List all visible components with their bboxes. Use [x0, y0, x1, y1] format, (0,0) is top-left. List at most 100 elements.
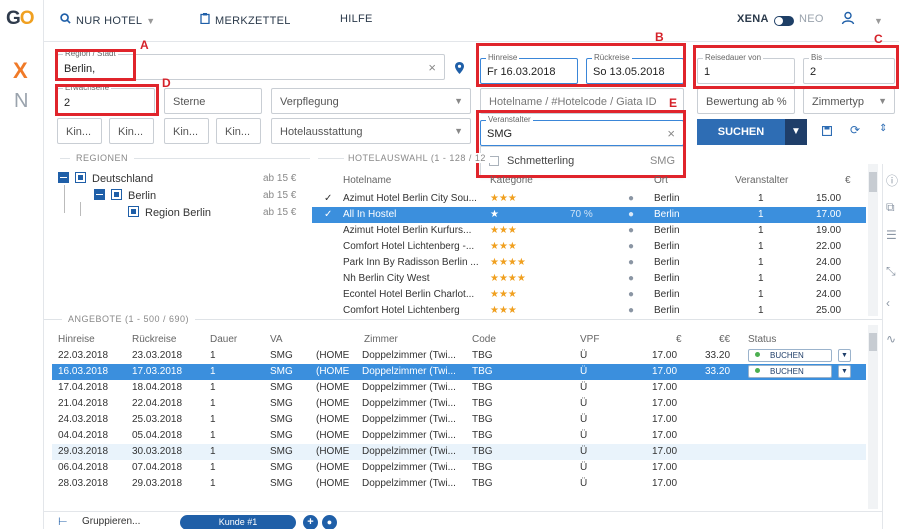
offer-row[interactable]: 06.04.2018 07.04.2018 1 SMG (HOME Doppel… — [52, 460, 866, 476]
hotel-row[interactable]: Econtel Hotel Berlin Charlot... ★★★ ● Be… — [312, 287, 866, 303]
partial-checkbox[interactable] — [128, 206, 139, 217]
tree-price-deutschland: ab 15 € — [263, 173, 297, 184]
chevron-down-icon: ▼ — [454, 126, 463, 136]
col-rueckreise[interactable]: Rückreise — [132, 334, 176, 345]
col-vpf[interactable]: VPF — [580, 334, 599, 345]
save-icon[interactable] — [821, 125, 833, 139]
col-eur2[interactable]: €€ — [719, 334, 730, 345]
collapse-left-icon[interactable]: ‹ — [886, 296, 890, 310]
col-dauer[interactable]: Dauer — [210, 334, 237, 345]
partial-checkbox[interactable] — [75, 172, 86, 183]
col-hotelname[interactable]: Hotelname — [343, 175, 391, 186]
offer-row[interactable]: 22.03.2018 23.03.2018 1 SMG (HOME Doppel… — [52, 348, 866, 364]
refresh-icon[interactable]: ⟳ — [850, 123, 860, 137]
hotel-row[interactable]: Azimut Hotel Berlin Kurfurs... ★★★ ● Ber… — [312, 223, 866, 239]
regionen-title: REGIONEN — [70, 153, 135, 163]
kind-age-1[interactable]: Kin... — [57, 118, 102, 144]
col-status[interactable]: Status — [748, 334, 776, 345]
group-icon[interactable]: ⊢ — [58, 515, 68, 528]
tree-line — [80, 202, 81, 216]
clear-region-icon[interactable]: × — [428, 60, 436, 75]
collapse-icon[interactable] — [94, 189, 105, 200]
offers-scroll-thumb[interactable] — [869, 333, 877, 351]
xena-label: XENA — [737, 13, 769, 25]
sterne-placeholder: Sterne — [173, 96, 206, 108]
hotels-scroll-thumb[interactable] — [869, 172, 877, 192]
hotels-scrollbar[interactable] — [868, 164, 878, 316]
kunde-tab[interactable]: Kunde #1 — [180, 515, 296, 529]
user-icon[interactable] — [841, 11, 855, 28]
bewertung-field[interactable]: Bewertung ab % — [697, 88, 795, 114]
hotelausstattung-placeholder: Hotelausstattung — [280, 126, 363, 138]
search-button[interactable]: SUCHEN — [697, 119, 785, 145]
kind-age-2[interactable]: Kin... — [109, 118, 154, 144]
tree-price-region-berlin: ab 15 € — [263, 207, 297, 218]
neo-rail-icon[interactable]: N — [14, 90, 28, 113]
status-dropdown[interactable]: ▼ — [838, 365, 851, 378]
hilfe-link[interactable]: HILFE — [340, 13, 373, 25]
right-tool-rail: ⓘ ⧉ ☰ ⤡ ‹ ∿ — [882, 164, 899, 529]
resize-icon[interactable]: ⤡ — [886, 264, 896, 279]
zimmertyp-placeholder: Zimmertyp — [812, 96, 864, 108]
offer-row[interactable]: 28.03.2018 29.03.2018 1 SMG (HOME Doppel… — [52, 476, 866, 492]
verpflegung-placeholder: Verpflegung — [280, 96, 339, 108]
hotel-row[interactable]: Comfort Hotel Lichtenberg ★★★ ● Berlin 1… — [312, 303, 866, 316]
xena-rail-icon[interactable]: X — [13, 58, 28, 84]
offers-scrollbar[interactable] — [868, 325, 878, 509]
offer-row[interactable]: 21.04.2018 22.04.2018 1 SMG (HOME Doppel… — [52, 396, 866, 412]
history-icon[interactable]: ⧉ — [886, 200, 895, 215]
col-va[interactable]: VA — [270, 334, 283, 345]
hotel-row[interactable]: Comfort Hotel Lichtenberg -... ★★★ ● Ber… — [312, 239, 866, 255]
tree-price-berlin: ab 15 € — [263, 190, 297, 201]
col-zimmer[interactable]: Zimmer — [364, 334, 398, 345]
offer-row[interactable]: 24.03.2018 25.03.2018 1 SMG (HOME Doppel… — [52, 412, 866, 428]
offer-row-selected[interactable]: 16.03.2018 17.03.2018 1 SMG (HOME Doppel… — [52, 364, 866, 380]
zimmertyp-select[interactable]: Zimmertyp ▼ — [803, 88, 895, 114]
hotel-row[interactable]: Park Inn By Radisson Berlin ... ★★★★ ● B… — [312, 255, 866, 271]
status-dropdown[interactable]: ▼ — [838, 349, 851, 362]
offer-row[interactable]: 04.04.2018 05.04.2018 1 SMG (HOME Doppel… — [52, 428, 866, 444]
col-preis[interactable]: € — [845, 175, 851, 186]
verpflegung-select[interactable]: Verpflegung ▼ — [271, 88, 471, 114]
hotel-row-selected[interactable]: ✓ All In Hostel ★ 70 % ● Berlin 1 17.00 — [312, 207, 866, 223]
tag-icon: ● — [628, 193, 635, 204]
tree-item-deutschland[interactable]: Deutschland — [58, 172, 153, 185]
chart-icon[interactable]: ∿ — [886, 332, 896, 346]
hotelausstattung-select[interactable]: Hotelausstattung ▼ — [271, 118, 471, 144]
merkzettel-link[interactable]: MERKZETTEL — [200, 13, 291, 27]
collapse-icon[interactable] — [58, 172, 69, 183]
booking-status-button[interactable]: BUCHEN — [748, 349, 832, 362]
hotel-row[interactable]: ✓ Azimut Hotel Berlin City Sou... ★★★ ● … — [312, 191, 866, 207]
tree-item-berlin[interactable]: Berlin — [94, 189, 156, 202]
mode-dropdown[interactable]: NUR HOTEL ▼ — [60, 13, 155, 27]
add-customer-icon[interactable]: + — [303, 515, 318, 529]
partial-checkbox[interactable] — [111, 189, 122, 200]
col-veranstalter[interactable]: Veranstalter — [735, 175, 788, 186]
col-ort[interactable]: Ort — [654, 175, 668, 186]
sterne-field[interactable]: Sterne — [164, 88, 262, 114]
offer-row-hover[interactable]: 29.03.2018 30.03.2018 1 SMG (HOME Doppel… — [52, 444, 866, 460]
notes-icon[interactable]: ☰ — [886, 228, 897, 242]
col-eur[interactable]: € — [676, 334, 682, 345]
expand-icon[interactable]: ⇕ — [879, 123, 887, 134]
kind-age-3[interactable]: Kin... — [164, 118, 209, 144]
annotation-label-b: B — [655, 30, 664, 44]
col-code[interactable]: Code — [472, 334, 496, 345]
tree-item-region-berlin[interactable]: Region Berlin — [128, 206, 211, 219]
offer-row[interactable]: 17.04.2018 18.04.2018 1 SMG (HOME Doppel… — [52, 380, 866, 396]
col-hinreise[interactable]: Hinreise — [58, 334, 95, 345]
col-kategorie[interactable]: Kategorie — [490, 175, 533, 186]
search-options-dropdown[interactable]: ▼ — [785, 119, 807, 145]
hotels-title: HOTELAUSWAHL (1 - 128 / 12 — [344, 153, 490, 163]
gruppieren-button[interactable]: Gruppieren... — [82, 516, 140, 527]
user-menu-chevron-icon[interactable]: ▼ — [874, 16, 883, 26]
location-pin-icon[interactable] — [455, 62, 464, 77]
hotel-row[interactable]: Nh Berlin City West ★★★★ ● Berlin 1 24.0… — [312, 271, 866, 287]
booking-status-button[interactable]: BUCHEN — [748, 365, 832, 378]
system-toggle[interactable] — [774, 16, 794, 26]
annotation-box-a — [55, 49, 136, 81]
kind-age-4[interactable]: Kin... — [216, 118, 261, 144]
info-icon[interactable]: ⓘ — [886, 172, 898, 189]
app-logo[interactable]: GO — [6, 8, 35, 30]
customer-profile-icon[interactable]: ● — [322, 515, 337, 529]
